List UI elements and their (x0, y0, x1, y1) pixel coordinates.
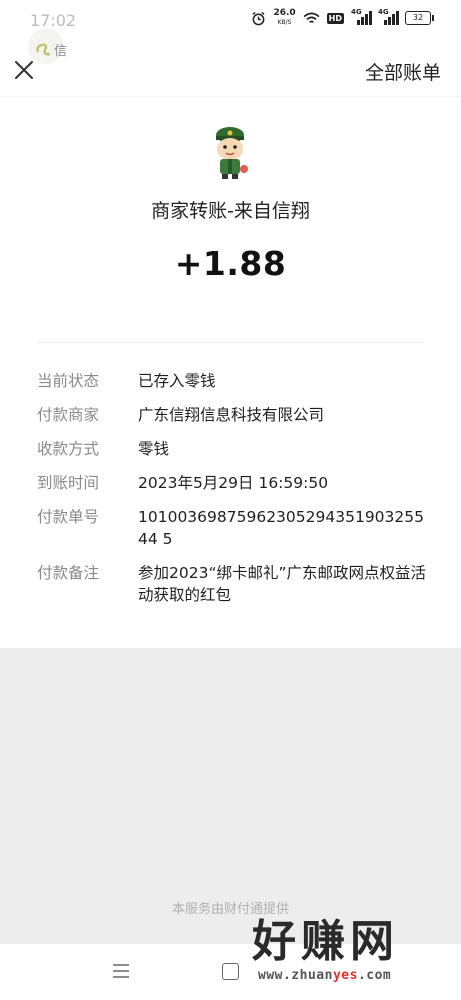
watermark-logo-text: 好赚网 (252, 916, 399, 967)
detail-row-merchant: 付款商家 广东信翔信息科技有限公司 (37, 404, 427, 426)
status-bar: 17:02 26.0 KB/S HD 4G 4G 32 (0, 0, 461, 36)
status-icons: 26.0 KB/S HD 4G 4G 32 (251, 8, 434, 27)
detail-value: 广东信翔信息科技有限公司 (138, 406, 325, 424)
battery-icon: 32 (405, 11, 434, 25)
transaction-title: 商家转账-来自信翔 (151, 200, 310, 222)
transaction-amount: +1.88 (174, 244, 287, 283)
detail-row-note: 付款备注 参加2023“绑卡邮礼”广东邮政网点权益活动获取的红包 (37, 562, 427, 606)
net-speed-value: 26.0 (273, 8, 296, 18)
net-speed-unit: KB/S (277, 19, 292, 26)
site-watermark: 好赚网 www.zhuanyes.com (250, 918, 450, 990)
detail-value: 已存入零钱 (138, 372, 216, 390)
signal-icon-2: 4G (378, 8, 399, 25)
signal-icon: 4G (351, 8, 372, 25)
service-provider-note: 本服务由财付通提供 (171, 902, 289, 917)
detail-row-time: 到账时间 2023年5月29日 16:59:50 (37, 472, 427, 494)
hd-badge: HD (326, 12, 344, 24)
all-bills-link[interactable]: 全部账单 (365, 58, 441, 85)
watermark-url-pre: www.zhuan (258, 968, 333, 983)
home-icon[interactable] (222, 963, 239, 980)
transaction-details: 当前状态 已存入零钱 付款商家 广东信翔信息科技有限公司 收款方式 零钱 到账时… (37, 370, 427, 618)
detail-label: 付款单号 (37, 508, 100, 526)
watermark-url-post: .com (357, 968, 392, 983)
detail-label: 当前状态 (37, 372, 100, 390)
detail-value: 参加2023“绑卡邮礼”广东邮政网点权益活动获取的红包 (138, 564, 427, 604)
top-nav: 全部账单 (0, 48, 461, 97)
detail-label: 付款备注 (37, 564, 100, 582)
detail-row-order-number: 付款单号 1010036987596230529435190325544 5 (37, 506, 427, 550)
detail-row-method: 收款方式 零钱 (37, 438, 427, 460)
detail-label: 收款方式 (37, 440, 100, 458)
signal-label: 4G (351, 8, 362, 16)
watermark-url-highlight: yes (332, 968, 358, 983)
detail-value: 2023年5月29日 16:59:50 (138, 474, 329, 492)
battery-level: 32 (412, 13, 424, 22)
signal-label-2: 4G (378, 8, 389, 16)
alarm-icon (252, 11, 266, 25)
detail-label: 付款商家 (37, 406, 100, 424)
detail-value: 零钱 (138, 440, 170, 458)
detail-value[interactable]: 1010036987596230529435190325544 5 (138, 506, 427, 550)
detail-row-status: 当前状态 已存入零钱 (37, 370, 427, 392)
net-speed: 26.0 KB/S (273, 9, 295, 27)
detail-label: 到账时间 (37, 474, 100, 492)
watermark-url: www.zhuanyes.com (258, 968, 391, 983)
merchant-avatar (216, 127, 248, 179)
menu-icon[interactable] (112, 962, 130, 980)
close-icon[interactable] (12, 58, 36, 82)
wifi-icon (303, 12, 320, 23)
divider (37, 342, 424, 343)
